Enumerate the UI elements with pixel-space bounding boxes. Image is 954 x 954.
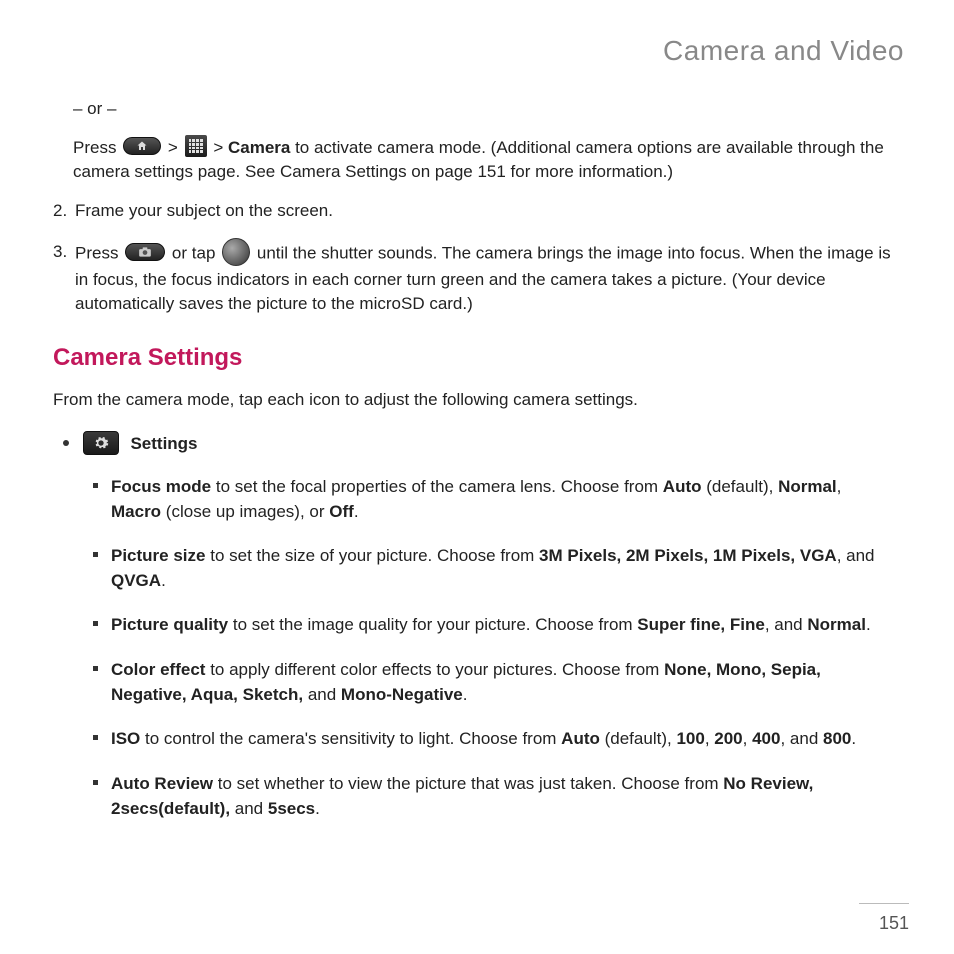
home-key-icon <box>123 137 161 155</box>
step-text: Press or tap until the shutter sounds. T… <box>75 240 901 317</box>
text: to apply different color effects to your… <box>205 660 664 679</box>
text: . <box>354 502 359 521</box>
val: 3M Pixels, 2M Pixels, 1M Pixels, VGA <box>539 546 837 565</box>
label: ISO <box>111 729 140 748</box>
settings-label: Settings <box>130 434 197 453</box>
val: Super fine, Fine <box>637 615 765 634</box>
text: , and <box>780 729 823 748</box>
text: , and <box>765 615 808 634</box>
val: 200 <box>714 729 742 748</box>
text: . <box>161 571 166 590</box>
step-text: Frame your subject on the screen. <box>75 199 901 224</box>
gear-icon <box>83 431 119 455</box>
val: 5secs <box>268 799 315 818</box>
setting-color-effect: Color effect to apply different color ef… <box>111 658 901 707</box>
val: Auto <box>663 477 702 496</box>
val: QVGA <box>111 571 161 590</box>
text: , <box>837 477 842 496</box>
apps-grid-icon <box>185 135 207 157</box>
text: . <box>315 799 320 818</box>
press-instruction: Press > > Camera to activate camera mode… <box>73 136 901 185</box>
text: > <box>213 138 228 157</box>
text: (close up images), or <box>161 502 329 521</box>
label: Picture size <box>111 546 206 565</box>
text: . <box>463 685 468 704</box>
camera-key-icon <box>125 243 165 261</box>
text: (default), <box>702 477 779 496</box>
text: Press <box>73 138 121 157</box>
text: Press <box>75 243 123 262</box>
setting-picture-quality: Picture quality to set the image quality… <box>111 613 901 638</box>
settings-group: Settings <box>81 432 901 457</box>
val: Mono-Negative <box>341 685 463 704</box>
text: , <box>743 729 752 748</box>
val: Normal <box>807 615 866 634</box>
label: Picture quality <box>111 615 228 634</box>
text: , <box>705 729 714 748</box>
shutter-icon <box>222 238 250 266</box>
text: . <box>851 729 856 748</box>
text: (default), <box>600 729 677 748</box>
camera-settings-heading: Camera Settings <box>53 341 901 376</box>
val: Macro <box>111 502 161 521</box>
section-title: Camera and Video <box>45 35 909 67</box>
text: . <box>866 615 871 634</box>
label: Auto Review <box>111 774 213 793</box>
setting-picture-size: Picture size to set the size of your pic… <box>111 544 901 593</box>
label: Color effect <box>111 660 205 679</box>
val: 400 <box>752 729 780 748</box>
step-3: 3. Press or tap until the shutter sounds… <box>53 240 901 317</box>
val: 800 <box>823 729 851 748</box>
text: or tap <box>172 243 220 262</box>
setting-focus-mode: Focus mode to set the focal properties o… <box>111 475 901 524</box>
step-number: 3. <box>53 240 75 317</box>
text: to set whether to view the picture that … <box>213 774 723 793</box>
page-content: – or – Press > > Camera to activate came… <box>45 97 909 821</box>
step-2: 2. Frame your subject on the screen. <box>53 199 901 224</box>
val: Off <box>329 502 354 521</box>
text: to control the camera's sensitivity to l… <box>140 729 561 748</box>
text: and <box>303 685 341 704</box>
footer-divider <box>859 903 909 904</box>
text: to set the size of your picture. Choose … <box>206 546 540 565</box>
val: Normal <box>778 477 837 496</box>
page-number: 151 <box>879 905 909 934</box>
setting-auto-review: Auto Review to set whether to view the p… <box>111 772 901 821</box>
heading-description: From the camera mode, tap each icon to a… <box>53 388 901 413</box>
or-separator: – or – <box>73 97 901 122</box>
text: to set the focal properties of the camer… <box>211 477 663 496</box>
text: to set the image quality for your pictur… <box>228 615 637 634</box>
val: Auto <box>561 729 600 748</box>
text: > <box>168 138 183 157</box>
val: 100 <box>676 729 704 748</box>
label: Focus mode <box>111 477 211 496</box>
text: , and <box>837 546 875 565</box>
setting-iso: ISO to control the camera's sensitivity … <box>111 727 901 752</box>
text: and <box>230 799 268 818</box>
step-number: 2. <box>53 199 75 224</box>
camera-label: Camera <box>228 138 290 157</box>
